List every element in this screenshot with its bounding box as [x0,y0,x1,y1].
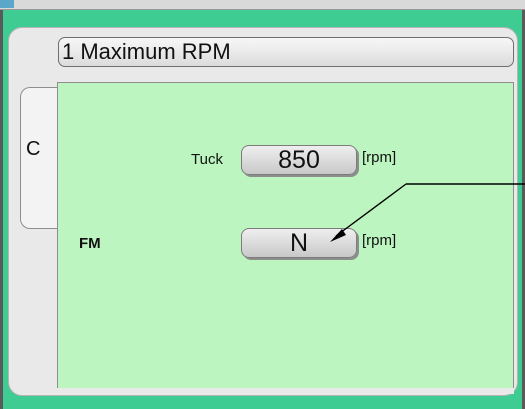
panel-title: 1 Maximum RPM [58,37,514,67]
tuck-unit: [rpm] [362,149,397,166]
content-bottom-rim [57,388,514,394]
tuck-value-button[interactable]: 850 [241,145,357,175]
tab-c-label: C [26,138,41,160]
top-strip [0,0,525,10]
fm-value-button[interactable]: N [241,228,357,258]
fm-label: FM [79,235,101,252]
fm-unit: [rpm] [362,232,397,249]
top-strip-accent [0,0,14,8]
tuck-label: Tuck [191,151,223,168]
tab-c[interactable]: C [20,87,58,229]
